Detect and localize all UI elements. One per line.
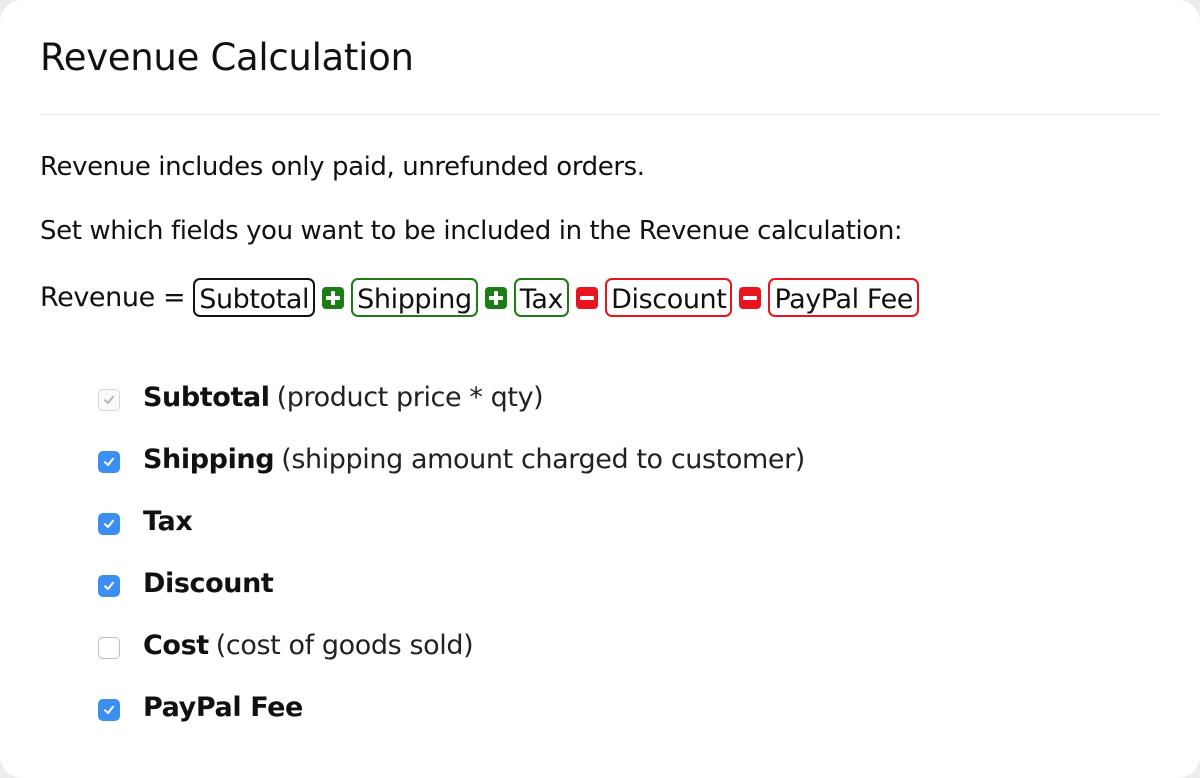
option-discount: Discount <box>98 552 805 614</box>
option-label: Shipping <box>143 443 275 475</box>
option-subtotal: Subtotal (product price * qty) <box>98 366 805 428</box>
checkbox-paypal-fee[interactable] <box>98 699 120 721</box>
checkbox-shipping[interactable] <box>98 451 120 473</box>
formula-lhs: Revenue = <box>40 282 186 313</box>
formula-term-discount: Discount <box>605 278 733 317</box>
plus-icon <box>322 286 345 309</box>
checkbox-discount[interactable] <box>98 575 120 597</box>
revenue-calculation-card: Revenue Calculation Revenue includes onl… <box>0 0 1200 778</box>
formula-term-shipping: Shipping <box>351 278 478 317</box>
option-description: (cost of goods sold) <box>215 629 474 661</box>
plus-icon <box>484 286 507 309</box>
checkbox-subtotal[interactable] <box>98 389 120 411</box>
option-shipping: Shipping (shipping amount charged to cus… <box>98 428 805 490</box>
option-description: (product price * qty) <box>276 381 544 413</box>
checkmark-icon <box>104 519 114 528</box>
formula-term-subtotal: Subtotal <box>193 278 316 317</box>
formula-term-paypal-fee: PayPal Fee <box>768 278 920 317</box>
intro-text: Revenue includes only paid, unrefunded o… <box>40 152 645 182</box>
option-paypal-fee: PayPal Fee <box>98 676 805 738</box>
revenue-formula: Revenue = Subtotal Shipping Tax Discount… <box>40 278 920 317</box>
option-label: Cost <box>143 629 209 661</box>
instruction-text: Set which fields you want to be included… <box>40 216 903 246</box>
option-label: Subtotal <box>143 381 270 413</box>
option-cost: Cost (cost of goods sold) <box>98 614 805 676</box>
option-label: PayPal Fee <box>143 691 303 723</box>
option-tax: Tax <box>98 490 805 552</box>
checkbox-cost[interactable] <box>98 637 120 659</box>
option-label: Discount <box>143 567 274 599</box>
option-description: (shipping amount charged to customer) <box>281 443 805 475</box>
title-divider <box>40 114 1160 115</box>
checkmark-icon <box>104 395 114 404</box>
checkmark-icon <box>104 457 114 466</box>
formula-term-tax: Tax <box>513 278 570 317</box>
option-label: Tax <box>143 505 193 537</box>
minus-icon <box>576 286 599 309</box>
checkbox-tax[interactable] <box>98 513 120 535</box>
revenue-field-options: Subtotal (product price * qty) Shipping … <box>98 366 805 738</box>
minus-icon <box>739 286 762 309</box>
page-title: Revenue Calculation <box>40 36 414 79</box>
checkmark-icon <box>104 705 114 714</box>
checkmark-icon <box>104 581 114 590</box>
